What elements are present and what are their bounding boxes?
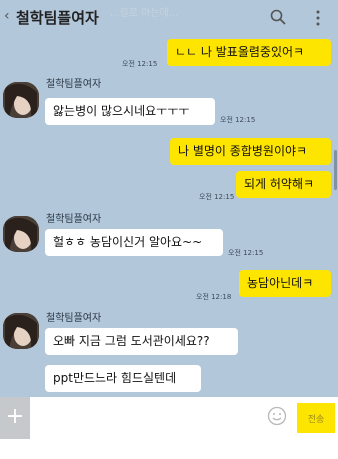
avatar[interactable] [3,216,39,252]
avatar[interactable] [3,313,39,349]
sender-name: 철학팀플여자 [46,214,102,225]
message-time: 오전 12:15 [122,60,158,68]
search-icon[interactable] [270,9,286,25]
my-message-bubble[interactable]: ㄴㄴ 나 발표올렴중있어ㅋ [167,39,331,66]
avatar[interactable] [3,82,39,118]
message-time: 오전 12:15 [228,249,264,257]
their-message-bubble[interactable]: ppt만드느라 힘드실텐데 [45,365,201,392]
message-time: 오전 12:15 [220,116,256,124]
sender-name: 철학팀플여자 [46,313,102,324]
add-attachment-button[interactable]: + [0,397,30,439]
my-message-bubble[interactable]: 나 별명이 종합병원이야ㅋ [170,138,331,165]
my-message-bubble[interactable]: 농담아닌데ㅋ [239,270,331,297]
input-bar: + 전송 [0,397,338,439]
message-time: 오전 12:18 [196,293,232,301]
chevron-left-icon[interactable]: ‹ [4,8,10,24]
smile-icon[interactable] [267,406,287,426]
faint-preview-text: ...걸로 아는데... [110,8,179,19]
their-message-bubble[interactable]: 헐ㅎㅎ 농담이신거 알아요~~ [45,229,223,256]
scrollbar[interactable] [334,150,337,190]
more-vertical-icon[interactable] [316,10,320,26]
bottom-strip [0,439,338,459]
their-message-bubble[interactable]: 오빠 지금 그럼 도서관이세요?? [45,328,238,355]
chat-title: 철학팀플여자 [16,9,99,27]
chat-header: ‹ 철학팀플여자 ...걸로 아는데... [0,0,338,36]
message-input[interactable] [32,401,262,435]
their-message-bubble[interactable]: 앓는병이 많으시네요ㅜㅜㅜ [45,98,215,125]
message-time: 오전 12:15 [199,193,235,201]
my-message-bubble[interactable]: 되게 허약해ㅋ [236,171,331,198]
send-button[interactable]: 전송 [297,403,335,433]
sender-name: 철학팀플여자 [46,79,102,90]
